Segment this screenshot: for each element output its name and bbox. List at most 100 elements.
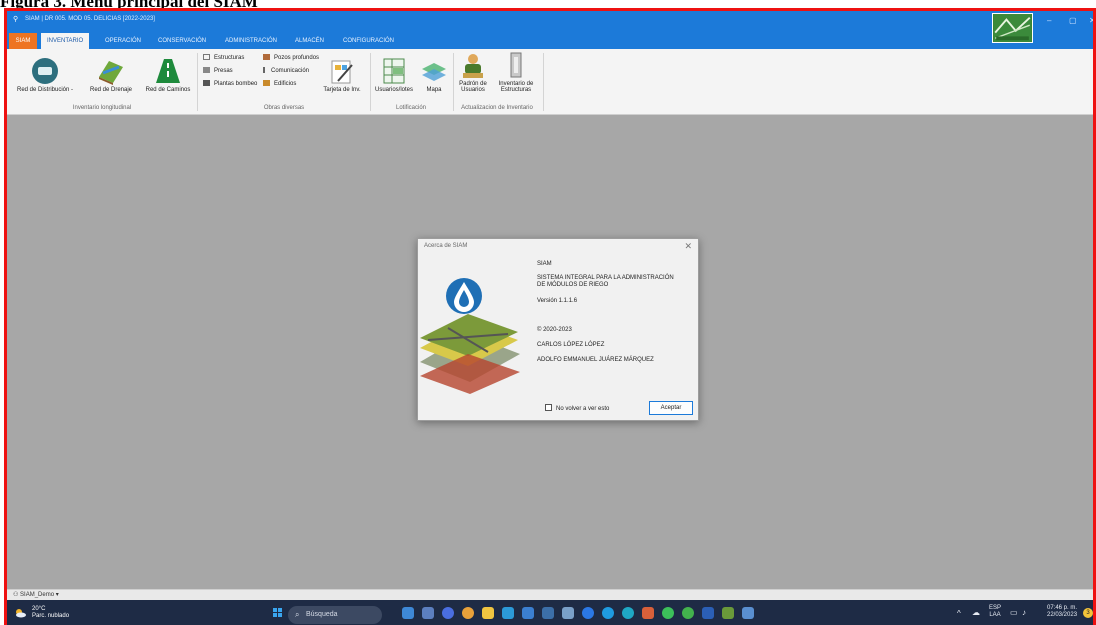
tarjeta-inv-button[interactable]: Tarjeta de Inv. xyxy=(317,57,367,93)
search-placeholder: Búsqueda xyxy=(306,611,338,618)
taskbar: 20°C Parc. nublado ⌕ Búsqueda ^ ☁ ESP LA… xyxy=(7,600,1093,625)
road-network-icon xyxy=(154,57,182,85)
edificios-button[interactable]: Edificios xyxy=(263,80,296,89)
siam-taskbar-icon[interactable] xyxy=(722,607,734,619)
dont-show-again-checkbox[interactable]: No volver a ver esto xyxy=(545,404,609,412)
weather-temperature: 20°C xyxy=(32,606,46,612)
tab-operacion[interactable]: OPERACIÓN xyxy=(99,33,147,49)
mapa-button[interactable]: Mapa xyxy=(417,57,451,93)
user-registry-icon xyxy=(461,51,485,79)
plantas-bombeo-button[interactable]: Plantas bombeo xyxy=(203,80,257,89)
dialog-title: Acerca de SIAM xyxy=(424,243,468,249)
figure-caption: Figura 3. Menú principal del SIAM xyxy=(0,0,1096,8)
antenna-icon xyxy=(263,67,267,73)
dialog-close-icon[interactable]: ✕ xyxy=(684,241,692,252)
pump-plant-icon xyxy=(203,80,210,86)
siam-map-illustration xyxy=(418,274,523,399)
media-icon[interactable] xyxy=(422,607,434,619)
status-bar: ⚇ SIAM_Demo ▾ xyxy=(7,589,1093,600)
network-icon[interactable]: ▭ xyxy=(1010,609,1018,617)
ribbon-divider xyxy=(543,53,544,111)
cloud-icon[interactable]: ☁ xyxy=(972,609,980,617)
tab-conservacion[interactable]: CONSERVACIÓN xyxy=(152,33,212,49)
volume-icon[interactable]: ♪ xyxy=(1022,609,1026,617)
file-explorer-icon[interactable] xyxy=(482,607,494,619)
app-icon-pin[interactable] xyxy=(742,607,754,619)
red-distribucion-button[interactable]: Red de Distribución - xyxy=(9,57,81,93)
dialog-description-line2: DE MÓDULOS DE RIEGO xyxy=(537,282,609,288)
ribbon-divider xyxy=(197,53,198,111)
chevron-up-icon[interactable]: ^ xyxy=(957,610,961,618)
dialog-description-line1: SISTEMA INTEGRAL PARA LA ADMINISTRACIÓN xyxy=(537,275,674,281)
drainage-network-icon xyxy=(97,57,125,85)
weather-icon xyxy=(16,609,26,618)
accept-button[interactable]: Aceptar xyxy=(649,401,693,415)
whatsapp-icon[interactable] xyxy=(662,607,674,619)
estructuras-button[interactable]: Estructuras xyxy=(203,54,244,63)
inventory-card-icon xyxy=(330,57,354,85)
padron-usuarios-button[interactable]: Padrón de Usuarios xyxy=(453,51,493,93)
search-icon: ⌕ xyxy=(295,610,300,619)
chat-icon[interactable] xyxy=(442,607,454,619)
app-icon-blue[interactable] xyxy=(582,607,594,619)
minimize-button[interactable]: – xyxy=(1047,16,1051,25)
chrome-icon[interactable] xyxy=(462,607,474,619)
tab-administracion[interactable]: ADMINISTRACIÓN xyxy=(219,33,283,49)
lots-grid-icon xyxy=(382,57,406,85)
ribbon: Red de Distribución - Red de Drenaje Red… xyxy=(7,49,1093,115)
building-icon xyxy=(263,80,270,86)
distribution-network-icon xyxy=(31,57,59,85)
clock-time: 07:46 p. m. xyxy=(1047,605,1078,611)
comunicacion-button[interactable]: Comunicación xyxy=(263,67,309,76)
store-icon[interactable] xyxy=(522,607,534,619)
app-icon-l[interactable] xyxy=(502,607,514,619)
edge-icon[interactable] xyxy=(622,607,634,619)
map-layers-icon xyxy=(420,57,448,85)
notification-badge[interactable]: 3 xyxy=(1083,608,1093,618)
red-drenaje-button[interactable]: Red de Drenaje xyxy=(81,57,141,93)
window-title: SIAM | DR 005. MOD 05. DELICIAS [2022-20… xyxy=(25,16,155,22)
taskbar-search[interactable]: ⌕ Búsqueda xyxy=(288,606,382,624)
widgets-icon[interactable] xyxy=(402,607,414,619)
pozos-profundos-button[interactable]: Pozos profundos xyxy=(263,54,319,63)
app-icon-q[interactable] xyxy=(682,607,694,619)
clock[interactable]: 07:46 p. m. 22/03/2023 xyxy=(1047,605,1077,619)
tab-inventario[interactable]: INVENTARIO xyxy=(41,33,90,49)
current-user[interactable]: SIAM_Demo xyxy=(20,592,54,598)
dialog-app-name: SIAM xyxy=(537,261,552,267)
menu-bar: SIAM INVENTARIO OPERACIÓN CONSERVACIÓN A… xyxy=(7,33,1093,49)
presas-button[interactable]: Presas xyxy=(203,67,233,76)
dam-icon xyxy=(203,67,210,73)
tab-almacen[interactable]: ALMACÉN xyxy=(289,33,330,49)
dialog-version: Versión 1.1.1.6 xyxy=(537,298,578,304)
close-button[interactable]: ✕ xyxy=(1089,16,1093,25)
structure-inventory-icon xyxy=(506,51,526,79)
dialog-author-2: ADOLFO EMMANUEL JUÁREZ MÁRQUEZ xyxy=(537,357,654,363)
group-label-obras: Obras diversas xyxy=(263,105,305,111)
app-icon-grid[interactable] xyxy=(562,607,574,619)
app-icon: ⚲ xyxy=(13,16,19,23)
tab-siam[interactable]: SIAM xyxy=(9,33,37,49)
weather-condition: Parc. nublado xyxy=(32,613,70,619)
calculator-icon[interactable] xyxy=(542,607,554,619)
usuarios-lotes-button[interactable]: Usuarios/lotes xyxy=(371,57,417,93)
start-button[interactable] xyxy=(273,608,283,618)
tab-configuracion[interactable]: CONFIGURACIÓN xyxy=(337,33,400,49)
app-window: ⚲ SIAM | DR 005. MOD 05. DELICIAS [2022-… xyxy=(4,8,1096,625)
structure-icon xyxy=(203,54,210,60)
well-icon xyxy=(263,54,270,60)
clock-date: 22/03/2023 xyxy=(1047,612,1078,618)
inventario-estructuras-button[interactable]: Inventario de Estructuras xyxy=(493,51,539,93)
about-dialog: Acerca de SIAM ✕ SIAM SISTEMA INTEGRAL P… xyxy=(417,238,699,421)
dialog-author-1: CARLOS LÓPEZ LÓPEZ xyxy=(537,342,605,348)
checkbox-box[interactable] xyxy=(545,404,552,411)
maximize-button[interactable]: ▢ xyxy=(1069,16,1077,25)
language-indicator[interactable]: ESP LAA xyxy=(989,605,1001,619)
group-label-longitudinal: Inventario longitudinal xyxy=(72,105,132,111)
app-icon-colorful[interactable] xyxy=(642,607,654,619)
word-icon[interactable] xyxy=(702,607,714,619)
chevron-down-icon[interactable]: ▾ xyxy=(54,592,59,598)
red-caminos-button[interactable]: Red de Caminos xyxy=(141,57,195,93)
skype-icon[interactable] xyxy=(602,607,614,619)
group-label-lotificacion: Lotificación xyxy=(395,105,427,111)
